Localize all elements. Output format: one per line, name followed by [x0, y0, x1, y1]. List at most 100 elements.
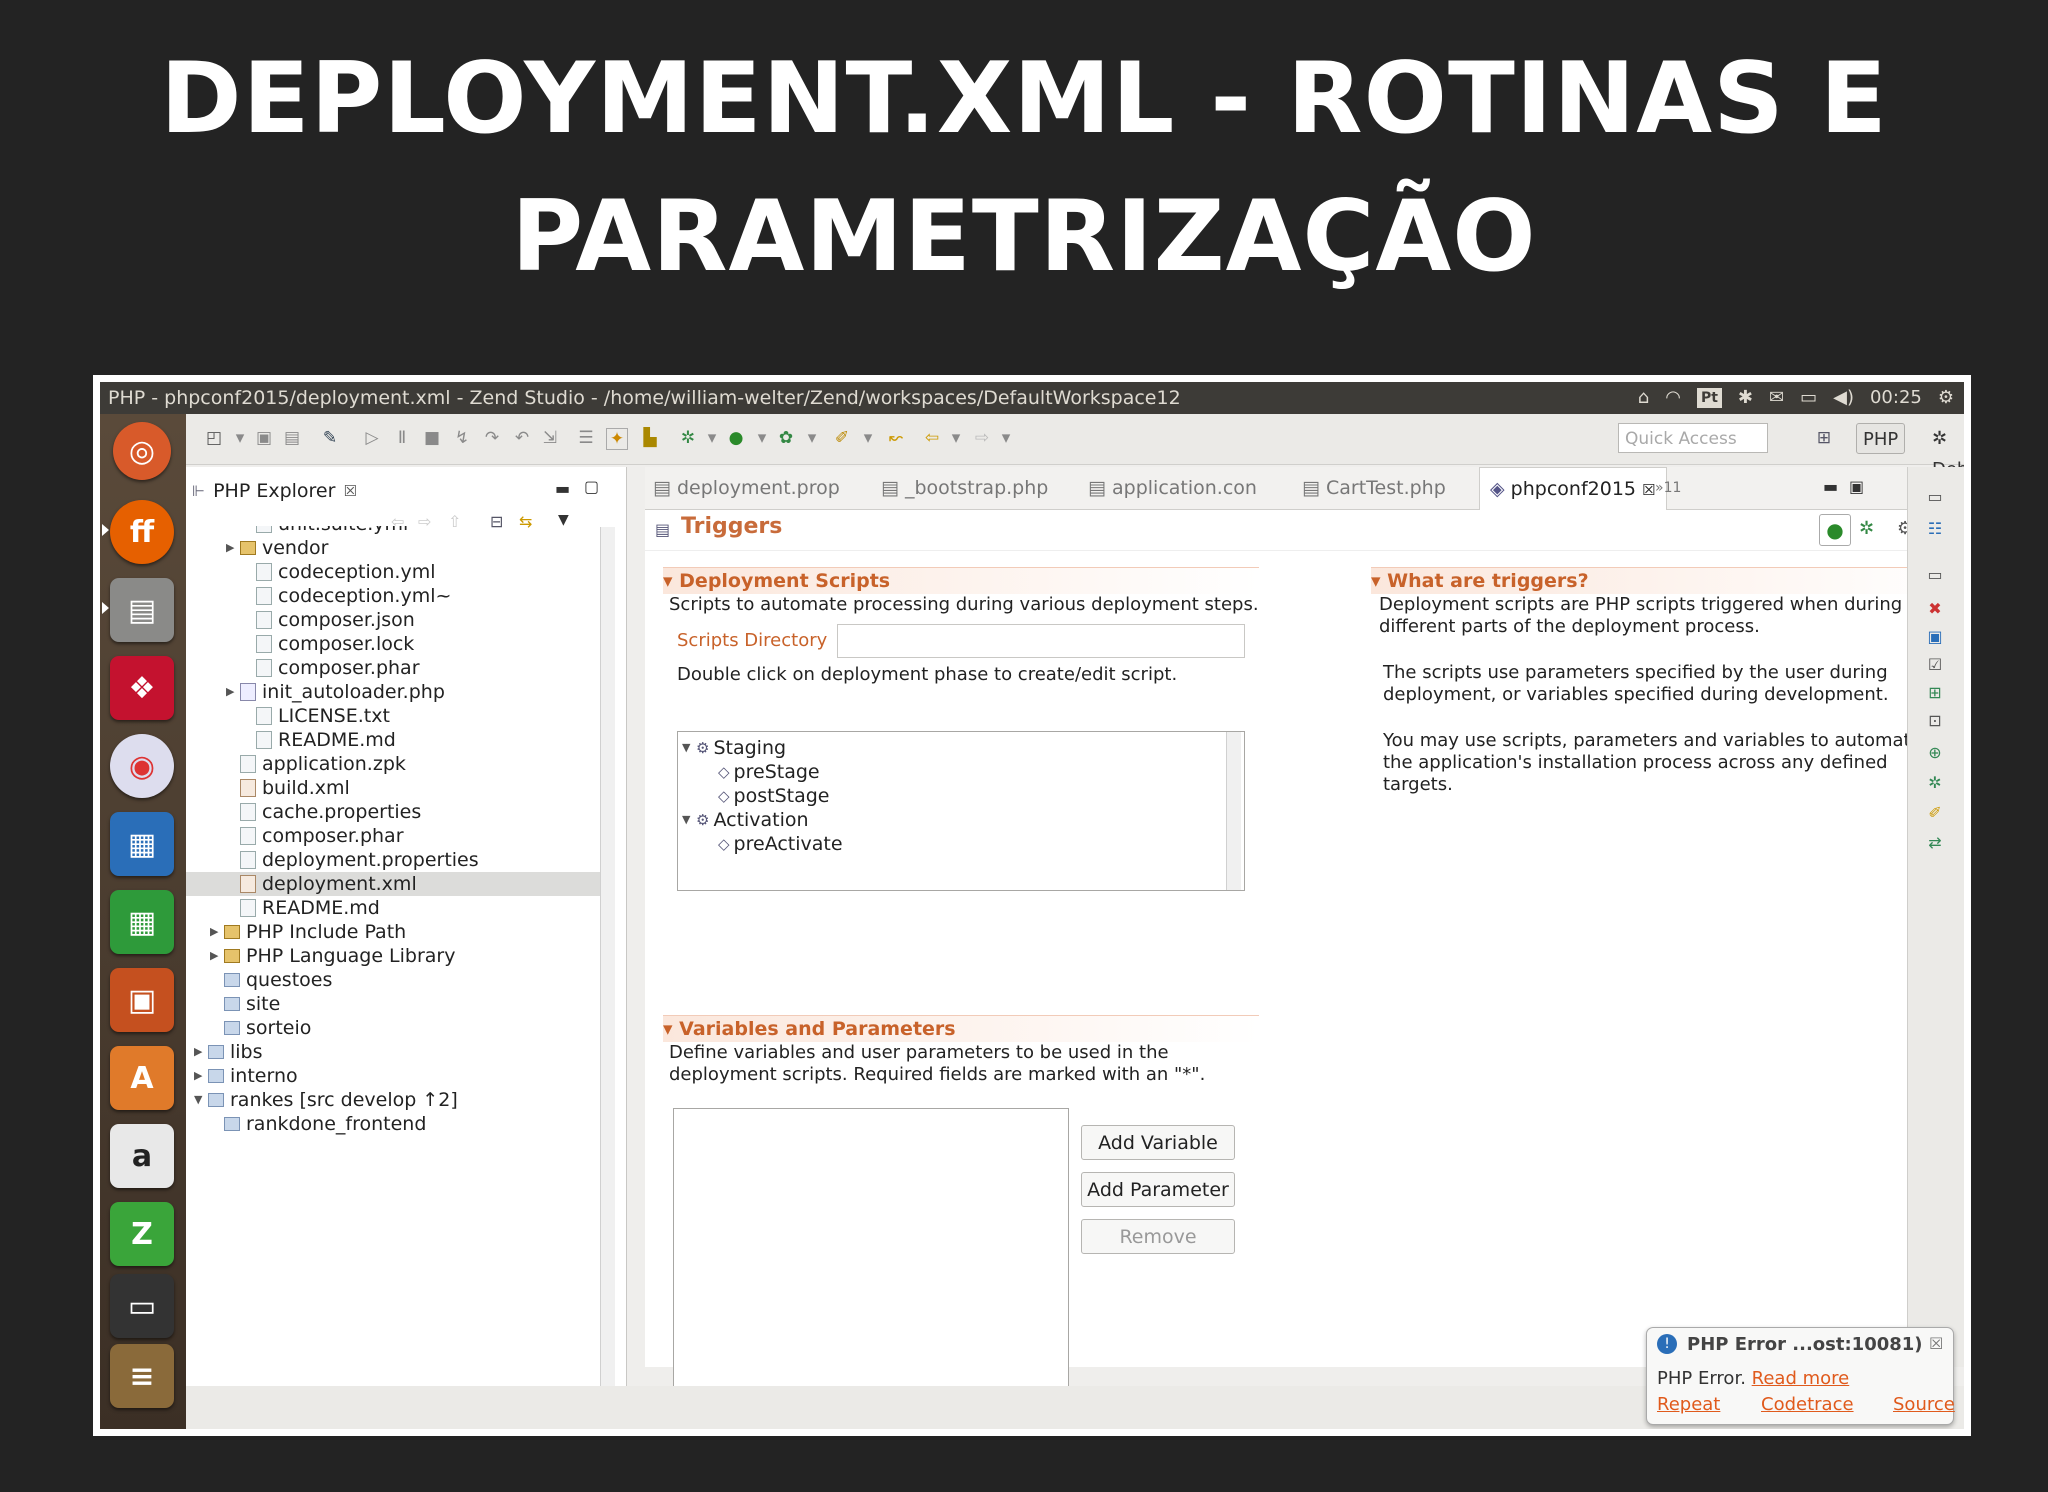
- new-icon[interactable]: ◰: [204, 428, 224, 448]
- terminal-icon[interactable]: ▭: [110, 1274, 174, 1338]
- stack-icon[interactable]: ≡: [110, 1344, 174, 1408]
- explorer-vertical-scrollbar[interactable]: [600, 527, 615, 1387]
- pause-icon[interactable]: Ⅱ: [392, 428, 412, 448]
- explorer-tree-item[interactable]: build.xml: [186, 776, 600, 800]
- restore-icon[interactable]: ▭: [1925, 487, 1945, 507]
- explorer-tree-item[interactable]: sorteio: [186, 1016, 600, 1040]
- minimize-icon[interactable]: ▬: [1823, 477, 1838, 496]
- close-icon[interactable]: ☒: [1929, 1334, 1943, 1353]
- tab-carttest-php[interactable]: ▤ CartTest.php: [1302, 467, 1446, 509]
- dropdown-icon[interactable]: ▾: [230, 428, 250, 448]
- explorer-tree-item[interactable]: deployment.properties: [186, 848, 600, 872]
- open-perspective-icon[interactable]: ⊞: [1814, 428, 1834, 448]
- stop-icon[interactable]: ■: [422, 428, 442, 448]
- explorer-tree-item[interactable]: README.md: [186, 896, 600, 920]
- mendeley-icon[interactable]: ❖: [110, 656, 174, 720]
- codetrace-link[interactable]: Codetrace: [1761, 1394, 1854, 1415]
- firefox-icon[interactable]: ff: [110, 500, 174, 564]
- bookmarks-icon[interactable]: ⊞: [1925, 683, 1945, 703]
- phase-tree-item[interactable]: ◇ preStage: [704, 760, 820, 784]
- expand-arrow-icon[interactable]: ▶: [226, 680, 240, 704]
- amazon-icon[interactable]: a: [110, 1124, 174, 1188]
- explorer-tree-item[interactable]: ▶ PHP Include Path: [186, 920, 600, 944]
- tasks-icon[interactable]: ☑: [1925, 655, 1945, 675]
- step-return-icon[interactable]: ↶: [512, 428, 532, 448]
- calc-icon[interactable]: ▦: [110, 890, 174, 954]
- profile-icon[interactable]: ✿: [776, 428, 796, 448]
- problems-icon[interactable]: ✖: [1925, 599, 1945, 619]
- servers-icon[interactable]: ⇄: [1925, 833, 1945, 853]
- tab-deployment-prop[interactable]: ▤ deployment.prop: [653, 467, 840, 509]
- tool-icon[interactable]: ✐: [832, 428, 852, 448]
- tab-phpconf2015[interactable]: ◈ phpconf2015 ☒: [1479, 467, 1667, 510]
- debug-icon[interactable]: ✲: [1859, 518, 1874, 539]
- dropdown-icon[interactable]: ▾: [802, 428, 822, 448]
- collapse-arrow-icon[interactable]: ▼: [682, 736, 696, 760]
- explorer-tree-item[interactable]: ▶ interno: [186, 1064, 600, 1088]
- expand-arrow-icon[interactable]: ▶: [194, 1040, 208, 1064]
- close-icon[interactable]: ☒: [343, 482, 356, 500]
- explorer-tree-item[interactable]: composer.json: [186, 608, 600, 632]
- mail-icon[interactable]: ✉: [1769, 382, 1784, 414]
- phase-tree-item[interactable]: ▼ ⚙ Staging: [682, 736, 786, 760]
- clock[interactable]: 00:25: [1870, 382, 1922, 414]
- impress-icon[interactable]: ▣: [110, 968, 174, 1032]
- run-icon[interactable]: ▷: [362, 428, 382, 448]
- tool-icon[interactable]: ✐: [1925, 803, 1945, 823]
- explorer-tree-item[interactable]: composer.phar: [186, 824, 600, 848]
- scripts-directory-input[interactable]: [837, 624, 1245, 658]
- phase-tree-item[interactable]: ◇ postStage: [704, 784, 829, 808]
- debug-perspective-button[interactable]: ✲ Debug: [1926, 423, 1964, 480]
- help-heading[interactable]: ▾ What are triggers?: [1371, 567, 1961, 594]
- restore-icon[interactable]: ▭: [1925, 565, 1945, 585]
- settings-gear-icon[interactable]: ⚙: [1938, 382, 1954, 414]
- writer-icon[interactable]: ▦: [110, 812, 174, 876]
- deployment-phase-tree[interactable]: ▼ ⚙ Staging ◇ preStage ◇ postStage ▼ ⚙ Activation…: [677, 731, 1245, 891]
- add-parameter-button[interactable]: Add Parameter: [1081, 1172, 1235, 1207]
- deployment-scripts-heading[interactable]: ▾ Deployment Scripts: [663, 567, 1259, 594]
- chrome-icon[interactable]: ◉: [110, 734, 174, 798]
- ubuntu-dash-icon[interactable]: ◎: [113, 422, 171, 480]
- save-icon[interactable]: ▣: [254, 428, 274, 448]
- explorer-tree-item[interactable]: composer.phar: [186, 656, 600, 680]
- wifi-icon[interactable]: ◠: [1665, 382, 1681, 414]
- source-link[interactable]: Source: [1893, 1394, 1955, 1415]
- variables-list[interactable]: [673, 1108, 1069, 1429]
- battery-icon[interactable]: ▭: [1800, 382, 1817, 414]
- maximize-icon[interactable]: ▢: [584, 477, 599, 496]
- drop-frame-icon[interactable]: ⇲: [540, 428, 560, 448]
- explorer-tree-item[interactable]: deployment.xml: [186, 872, 600, 896]
- maximize-icon[interactable]: ▣: [1849, 477, 1864, 496]
- add-variable-button[interactable]: Add Variable: [1081, 1125, 1235, 1160]
- zend-studio-icon[interactable]: Z: [110, 1202, 174, 1266]
- phase-tree-item[interactable]: ▼ ⚙ Activation: [682, 808, 809, 832]
- dropdown-icon[interactable]: ▾: [752, 428, 772, 448]
- explorer-tree-item[interactable]: composer.lock: [186, 632, 600, 656]
- expand-arrow-icon[interactable]: ▶: [210, 920, 224, 944]
- php-explorer-tab[interactable]: ⊩ PHP Explorer ☒: [192, 471, 357, 511]
- explorer-tree-item[interactable]: ▼ rankes [src develop ↑2]: [186, 1088, 600, 1112]
- files-icon[interactable]: ▤: [110, 578, 174, 642]
- tab-bootstrap-php[interactable]: ▤ _bootstrap.php: [881, 467, 1048, 509]
- software-center-icon[interactable]: A: [110, 1046, 174, 1110]
- keyboard-layout-indicator[interactable]: Pt: [1696, 388, 1722, 408]
- expand-arrow-icon[interactable]: ▶: [226, 536, 240, 560]
- search-icon[interactable]: ⊡: [1925, 711, 1945, 731]
- explorer-tree-item[interactable]: README.md: [186, 728, 600, 752]
- forward-icon[interactable]: ⇨: [972, 428, 992, 448]
- collapse-arrow-icon[interactable]: ▼: [682, 808, 696, 832]
- run-trigger-icon[interactable]: ●: [1819, 514, 1851, 546]
- network-indicator-icon[interactable]: ⌂: [1638, 382, 1649, 414]
- explorer-tree-item[interactable]: application.zpk: [186, 752, 600, 776]
- debug-output-icon[interactable]: ⊕: [1925, 743, 1945, 763]
- dropdown-icon[interactable]: ▾: [858, 428, 878, 448]
- expand-arrow-icon[interactable]: ▶: [194, 1064, 208, 1088]
- explorer-tree-item[interactable]: rankdone_frontend: [186, 1112, 600, 1136]
- collapse-arrow-icon[interactable]: ▼: [194, 1088, 208, 1112]
- read-more-link[interactable]: Read more: [1752, 1368, 1850, 1389]
- dropdown-icon[interactable]: ▾: [702, 428, 722, 448]
- dropdown-icon[interactable]: ▾: [946, 428, 966, 448]
- debug-icon[interactable]: ✲: [678, 428, 698, 448]
- explorer-tree-item[interactable]: unit.suite.yml~: [186, 526, 600, 536]
- list-icon[interactable]: ☰: [576, 428, 596, 448]
